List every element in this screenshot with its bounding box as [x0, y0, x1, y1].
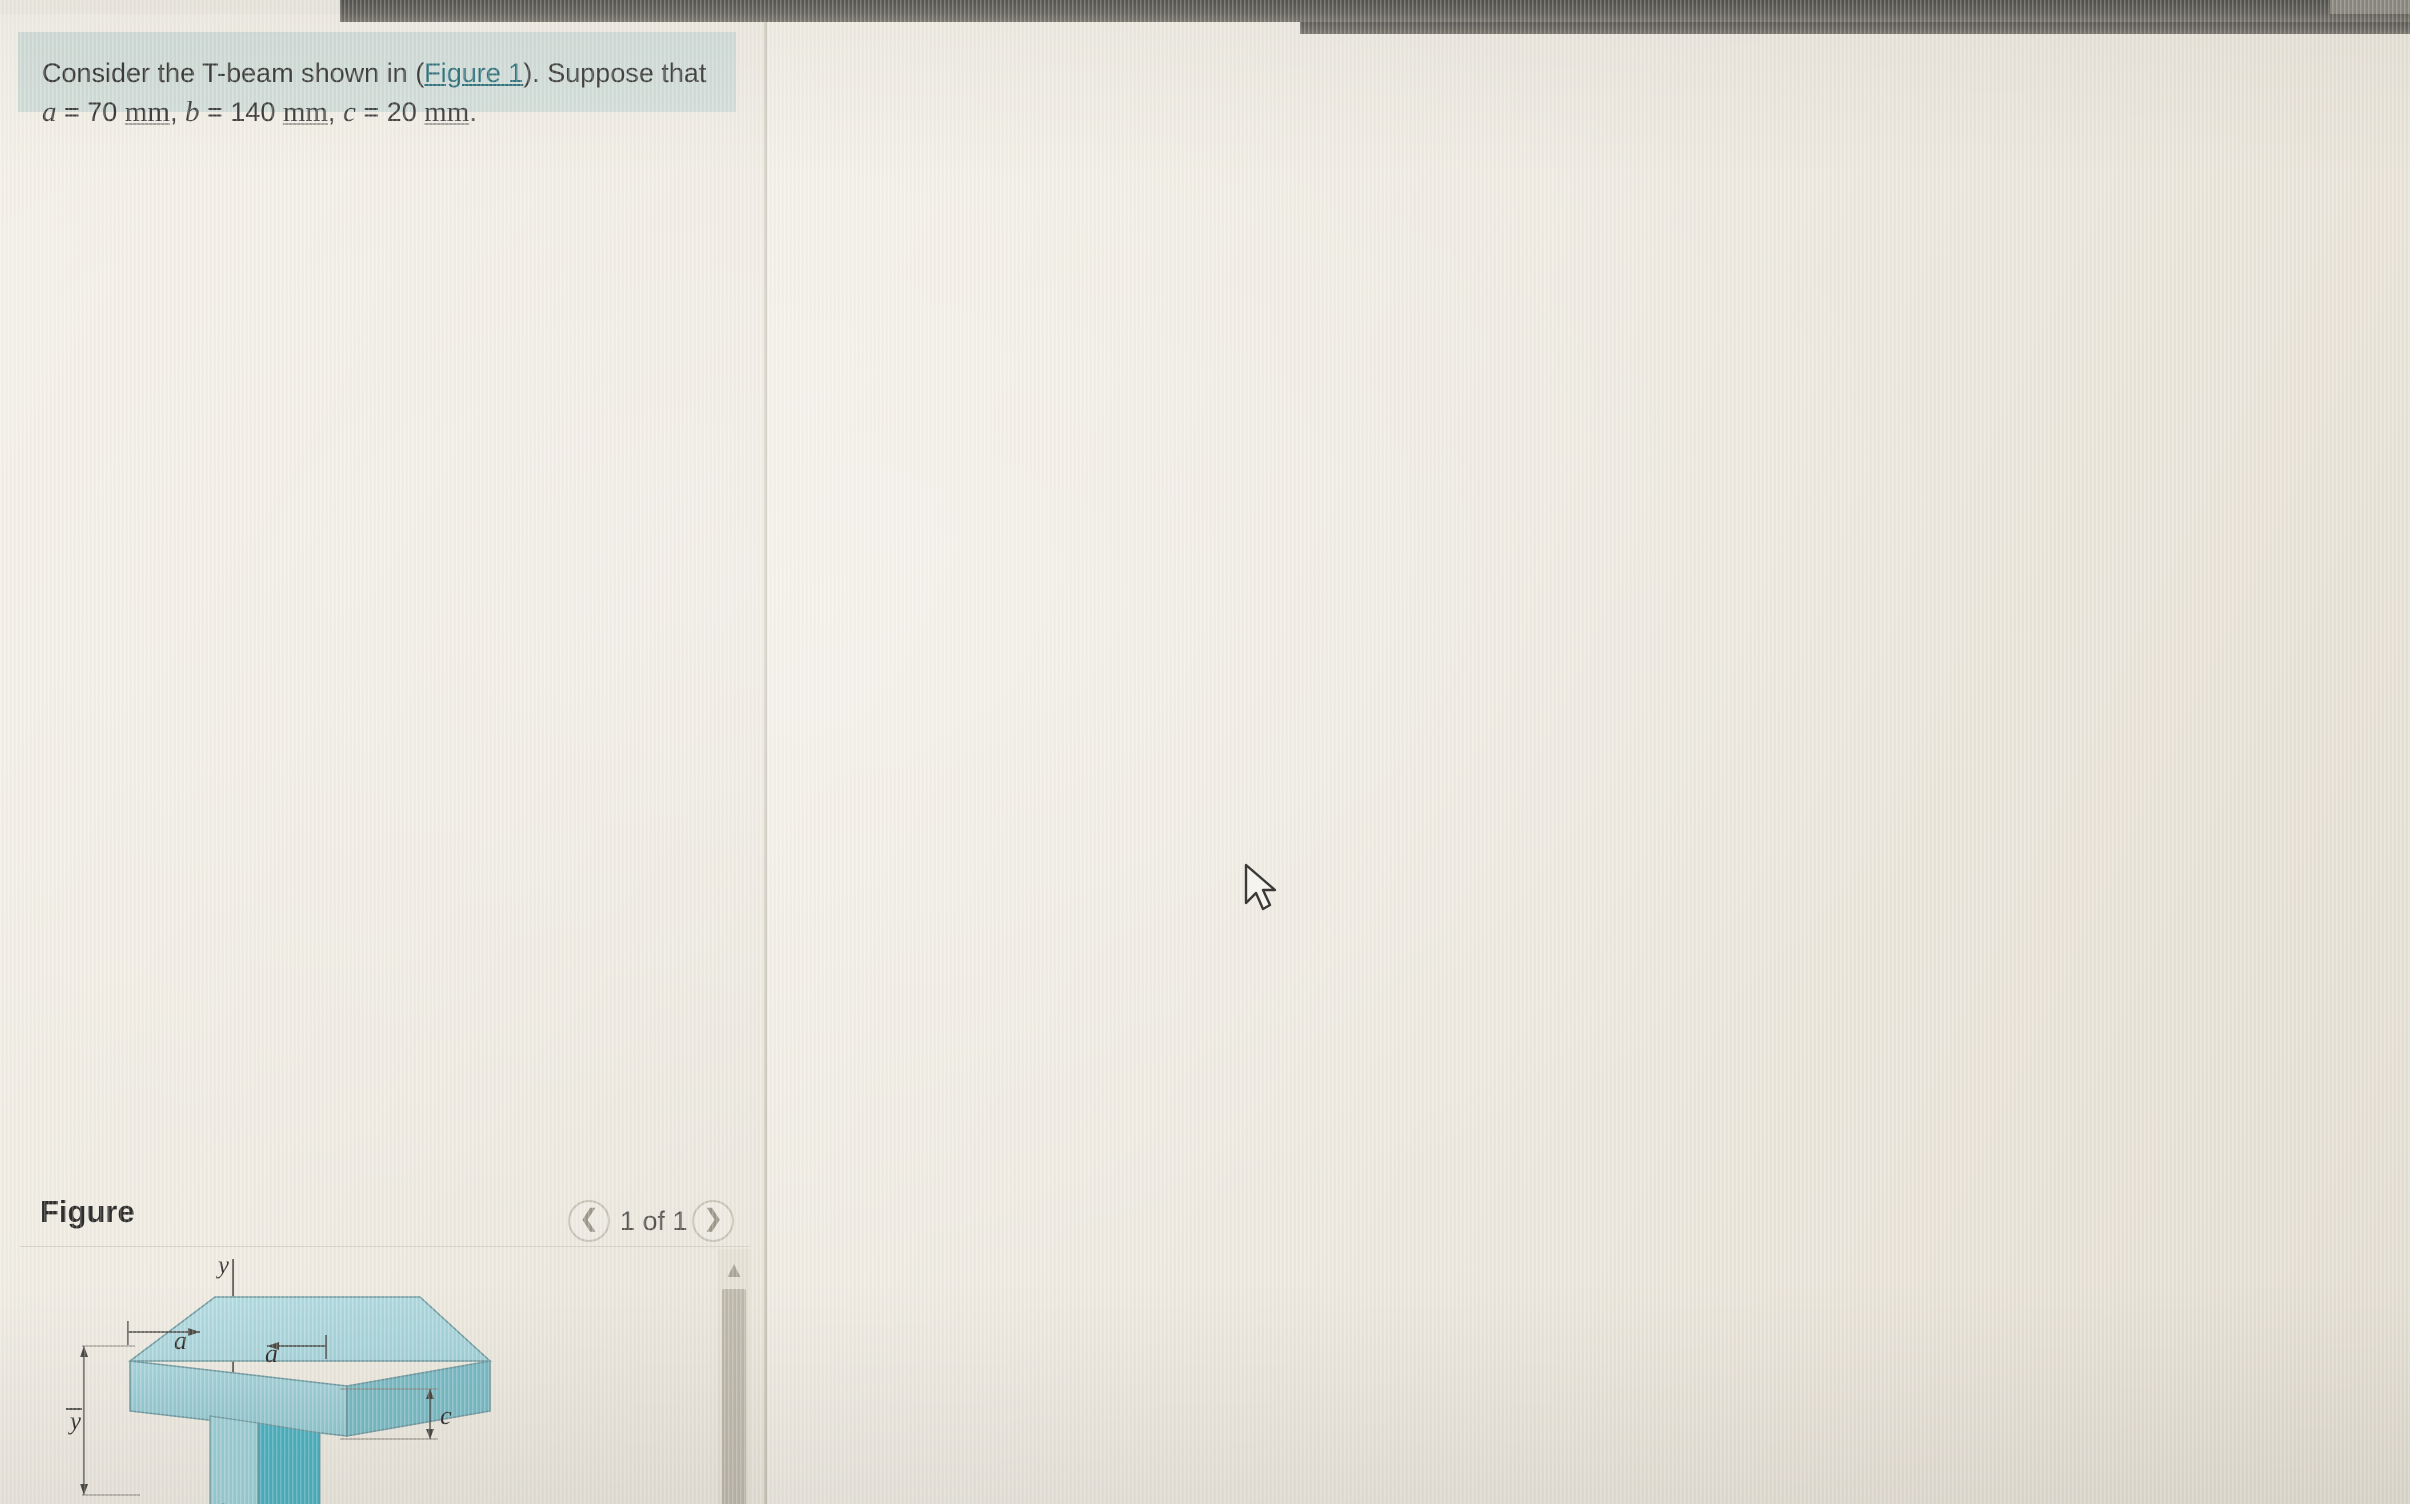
sep-1: ,: [169, 97, 178, 128]
monitor-bezel-top: [340, 0, 2410, 22]
figure-scrollbar-thumb[interactable]: [722, 1289, 746, 1504]
svg-text:a: a: [265, 1339, 278, 1368]
var-b-unit: mm: [282, 96, 328, 129]
svg-text:c: c: [216, 1495, 227, 1504]
var-b-value: = 140: [207, 97, 276, 128]
var-a-value: = 70: [64, 97, 118, 128]
var-c-symbol: c: [343, 96, 356, 129]
problem-line1-pre: Consider the T-beam shown in (: [42, 58, 425, 88]
var-a-unit: mm: [124, 96, 170, 129]
figure-scroll-up-icon[interactable]: ▲: [718, 1254, 750, 1286]
figure-panel-title: Figure: [40, 1194, 135, 1229]
figure-image: y a a y c: [20, 1249, 717, 1504]
monitor-bezel-corner: [2330, 0, 2410, 14]
figure-divider: [20, 1246, 750, 1247]
sep-3: .: [469, 97, 477, 128]
problem-line1-post: ). Suppose that: [523, 58, 707, 88]
problem-statement-text: Consider the T-beam shown in (Figure 1).…: [42, 54, 732, 134]
svg-text:c: c: [440, 1401, 452, 1430]
figure-1-link[interactable]: Figure 1: [424, 58, 523, 88]
figure-next-button[interactable]: ❯: [692, 1200, 734, 1242]
parts-main-panel: [767, 14, 2410, 1504]
var-c-unit: mm: [424, 96, 470, 129]
panel-divider: [764, 0, 767, 1504]
svg-text:y: y: [67, 1408, 82, 1435]
var-a-symbol: a: [42, 96, 57, 129]
problem-left-panel: Consider the T-beam shown in (Figure 1).…: [0, 14, 765, 1504]
sep-2: ,: [327, 97, 336, 128]
var-b-symbol: b: [185, 96, 200, 129]
var-c-value: = 20: [363, 97, 417, 128]
svg-text:a: a: [174, 1326, 187, 1355]
svg-text:y: y: [215, 1252, 230, 1279]
figure-page-counter: 1 of 1: [620, 1206, 688, 1236]
figure-prev-button[interactable]: ❮: [568, 1200, 610, 1242]
screen: Consider the T-beam shown in (Figure 1).…: [0, 0, 2410, 1504]
